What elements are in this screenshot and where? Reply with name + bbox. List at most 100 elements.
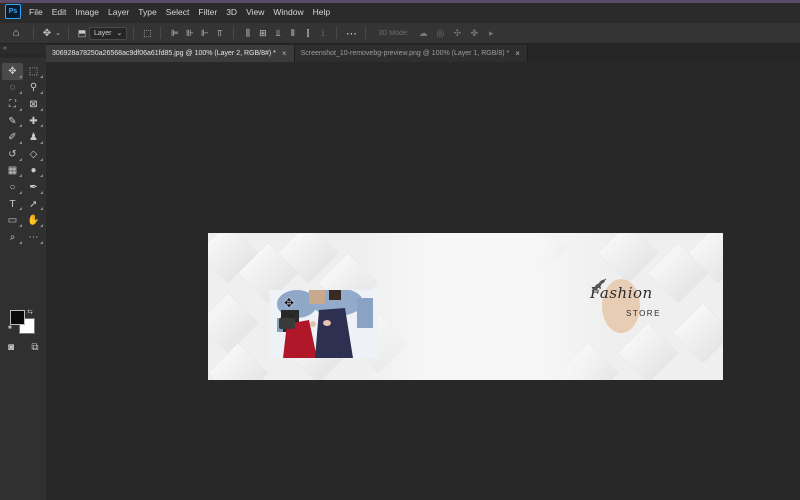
roll-3d-icon[interactable]: ◎ (432, 28, 449, 39)
divider (133, 27, 135, 39)
type-tool-icon[interactable]: T (2, 196, 23, 213)
distribute-bottom-icon[interactable]: ⫫ (270, 28, 285, 39)
transform-controls-icon[interactable]: ⬚ (140, 28, 154, 39)
screen-mode-icon[interactable]: ⧉ (28, 341, 42, 353)
foreground-color-swatch[interactable] (10, 310, 25, 325)
tool-group-indicator (19, 140, 22, 144)
tool-group-indicator (40, 91, 43, 95)
tool-grid: ✥ ⬚ ◌ ⚲ ⛶ ⊠ ✎ ✚ ✐ ♟ ↺ ◇ ▦ ● ○ ✒ T ➚ ▭ ✋ ⌕ ⋯ (2, 63, 46, 246)
auto-select-icon[interactable]: ⬒ (75, 28, 89, 39)
tool-group-indicator (40, 190, 43, 194)
marquee-tool-icon[interactable]: ⬚ (23, 63, 44, 80)
tool-group-indicator (40, 240, 43, 244)
menu-select[interactable]: Select (166, 7, 190, 17)
divider (336, 27, 338, 39)
distribute-center-icon[interactable]: ⫿ (300, 28, 315, 39)
3d-mode-label: 3D Mode: (378, 29, 409, 37)
quick-selection-tool-icon[interactable]: ⚲ (23, 80, 44, 97)
fashion-store-logo: Fashion STORE (590, 277, 680, 339)
clone-stamp-tool-icon[interactable]: ♟ (23, 129, 44, 146)
menu-window[interactable]: Window (273, 7, 303, 17)
crop-tool-icon[interactable]: ⛶ (2, 96, 23, 113)
history-brush-tool-icon[interactable]: ↺ (2, 146, 23, 163)
menu-bar: Ps File Edit Image Layer Type Select Fil… (0, 0, 800, 23)
move-tool-preset-icon[interactable]: ✥ (40, 28, 54, 39)
divider (365, 27, 367, 39)
healing-brush-tool-icon[interactable]: ✚ (23, 113, 44, 130)
slide-3d-icon[interactable]: ✤ (466, 28, 483, 39)
document-canvas[interactable]: ✥ Fashion STORE (208, 233, 723, 380)
tool-group-indicator (19, 174, 22, 178)
align-left-icon[interactable]: ⊫ (167, 28, 182, 39)
brush-tool-icon[interactable]: ✐ (2, 129, 23, 146)
menu-file[interactable]: File (29, 7, 43, 17)
gradient-tool-icon[interactable]: ▦ (2, 163, 23, 180)
rectangle-tool-icon[interactable]: ▭ (2, 212, 23, 229)
path-selection-tool-icon[interactable]: ➚ (23, 196, 44, 213)
auto-select-value: Layer (94, 29, 112, 37)
tool-group-indicator (40, 107, 43, 111)
move-tool-icon[interactable]: ✥ (2, 63, 23, 80)
tab-document-1[interactable]: 306928a78250a26568ac9df06a61fd85.jpg @ 1… (46, 45, 295, 62)
scale-3d-icon[interactable]: ▸ (483, 28, 500, 39)
distribute-right-icon[interactable]: ⦙ (315, 28, 330, 39)
frame-tool-icon[interactable]: ⊠ (23, 96, 44, 113)
tab-document-2[interactable]: Screenshot_10-removebg-preview.png @ 100… (294, 45, 528, 62)
menu-edit[interactable]: Edit (52, 7, 67, 17)
menu-layer[interactable]: Layer (108, 7, 129, 17)
blur-tool-icon[interactable]: ● (23, 163, 44, 180)
hand-tool-icon[interactable]: ✋ (23, 212, 44, 229)
auto-select-dropdown[interactable]: Layer ⌄ (89, 26, 128, 40)
tool-group-indicator (19, 190, 22, 194)
tool-group-indicator (40, 74, 43, 78)
menu-filter[interactable]: Filter (198, 7, 217, 17)
tool-group-indicator (19, 74, 22, 78)
tab-title: Screenshot_10-removebg-preview.png @ 100… (300, 50, 510, 57)
divider (233, 27, 235, 39)
divider (33, 27, 34, 39)
align-top-icon[interactable]: ⫪ (212, 28, 227, 39)
lasso-tool-icon[interactable]: ◌ (2, 80, 23, 97)
panel-collapse-icon[interactable]: « (0, 44, 49, 54)
more-tools-icon[interactable]: ⋯ (23, 229, 44, 246)
tab-title: 306928a78250a26568ac9df06a61fd85.jpg @ 1… (52, 50, 276, 57)
chevron-down-icon[interactable]: ⌄ (54, 29, 62, 37)
window-top-line (0, 0, 800, 3)
close-icon[interactable]: × (282, 49, 287, 58)
distribute-vertical-icon[interactable]: ⫼ (240, 28, 255, 39)
align-right-icon[interactable]: ⊩ (197, 28, 212, 39)
logo-store-text: STORE (626, 309, 661, 318)
tool-group-indicator (19, 91, 22, 95)
orbit-3d-icon[interactable]: ☁ (415, 28, 432, 39)
align-center-icon[interactable]: ⊪ (182, 28, 197, 39)
menu-image[interactable]: Image (75, 7, 99, 17)
tool-group-indicator (40, 223, 43, 227)
menu-3d[interactable]: 3D (226, 7, 237, 17)
dodge-tool-icon[interactable]: ○ (2, 179, 23, 196)
default-colors-icon[interactable]: ■ (8, 325, 12, 331)
menu-help[interactable]: Help (313, 7, 330, 17)
eyedropper-tool-icon[interactable]: ✎ (2, 113, 23, 130)
home-icon[interactable]: ⌂ (5, 27, 27, 39)
distribute-middle-icon[interactable]: ⊞ (255, 28, 270, 39)
quick-mask-icon[interactable]: ◙ (4, 341, 18, 353)
eraser-tool-icon[interactable]: ◇ (23, 146, 44, 163)
divider (68, 27, 69, 39)
menu-view[interactable]: View (246, 7, 264, 17)
tool-group-indicator (40, 174, 43, 178)
photoshop-logo-icon: Ps (5, 4, 21, 19)
menu-type[interactable]: Type (138, 7, 156, 17)
swap-colors-icon[interactable]: ⇆ (27, 308, 33, 316)
close-icon[interactable]: × (515, 49, 520, 58)
distribute-left-icon[interactable]: ⦀ (285, 28, 300, 39)
options-bar: ⌂ ✥ ⌄ ⬒ Layer ⌄ ⬚ ⊫ ⊪ ⊩ ⫪ ⫼ ⊞ ⫫ ⦀ ⫿ ⦙ ⋯ … (0, 23, 800, 44)
bottom-tools: ◙ ⧉ (4, 341, 42, 353)
zoom-tool-icon[interactable]: ⌕ (2, 229, 23, 246)
drag-3d-icon[interactable]: ✣ (449, 28, 466, 39)
pen-tool-icon[interactable]: ✒ (23, 179, 44, 196)
tool-group-indicator (19, 207, 22, 211)
document-tab-bar: 306928a78250a26568ac9df06a61fd85.jpg @ 1… (46, 44, 800, 62)
tool-group-indicator (19, 157, 22, 161)
more-options-icon[interactable]: ⋯ (343, 27, 359, 40)
tool-group-indicator (40, 207, 43, 211)
